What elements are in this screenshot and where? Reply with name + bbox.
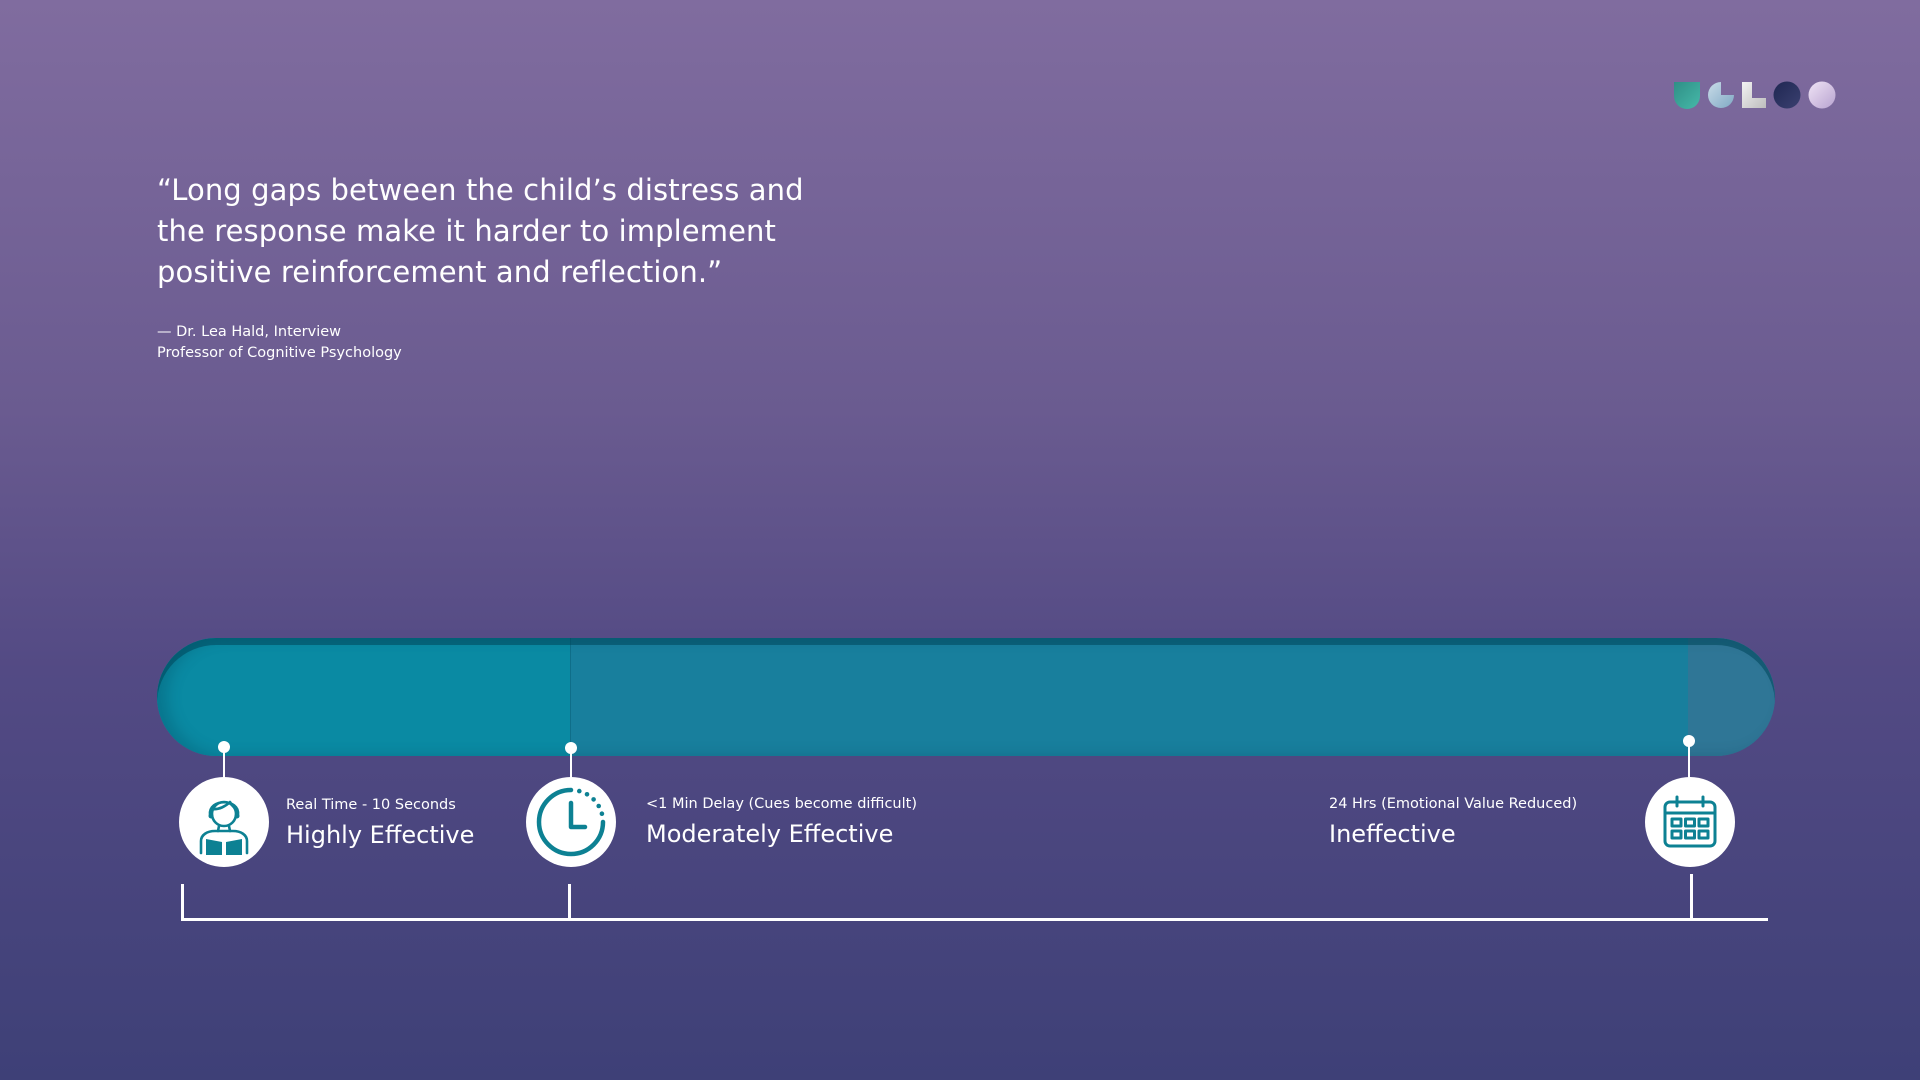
child-icon bbox=[199, 800, 249, 855]
marker-pin-day-delay bbox=[1683, 735, 1695, 778]
stage-rating: Ineffective bbox=[1329, 820, 1456, 848]
stage-icon-minute-delay bbox=[526, 777, 616, 867]
stage-label-minute-delay: <1 Min Delay (Cues become difficult) Mod… bbox=[646, 794, 917, 850]
axis-tick-minute-delay bbox=[568, 884, 571, 920]
quote-attribution: — Dr. Lea Hald, Interview Professor of C… bbox=[157, 322, 402, 364]
stage-rating: Moderately Effective bbox=[646, 820, 894, 848]
calendar-icon bbox=[1663, 795, 1717, 848]
stage-caption: Real Time - 10 Seconds bbox=[286, 797, 456, 813]
attribution-author: — Dr. Lea Hald, Interview bbox=[157, 324, 342, 340]
axis-tick-real-time bbox=[181, 884, 184, 920]
timeline-axis bbox=[181, 918, 1768, 921]
axis-tick-day-delay bbox=[1690, 874, 1693, 920]
quote-text: “Long gaps between the child’s distress … bbox=[157, 173, 804, 289]
stage-caption: 24 Hrs (Emotional Value Reduced) bbox=[1329, 796, 1578, 812]
segment-minute-delay bbox=[570, 638, 1689, 756]
stage-rating: Highly Effective bbox=[286, 821, 475, 849]
stage-caption: <1 Min Delay (Cues become difficult) bbox=[646, 796, 917, 812]
stage-icon-day-delay bbox=[1645, 777, 1735, 867]
stage-label-real-time: Real Time - 10 Seconds Highly Effective bbox=[286, 795, 474, 851]
stage-label-day-delay: 24 Hrs (Emotional Value Reduced) Ineffec… bbox=[1329, 794, 1577, 850]
segment-real-time bbox=[157, 638, 570, 756]
clock-icon bbox=[536, 787, 606, 857]
marker-pin-real-time bbox=[218, 741, 230, 778]
marker-pin-minute-delay bbox=[565, 742, 577, 779]
segment-day-delay bbox=[1688, 638, 1775, 756]
stage-icon-real-time bbox=[179, 777, 269, 867]
attribution-role: Professor of Cognitive Psychology bbox=[157, 345, 402, 361]
timeline-bar bbox=[157, 638, 1775, 756]
brand-logo bbox=[1674, 81, 1836, 109]
